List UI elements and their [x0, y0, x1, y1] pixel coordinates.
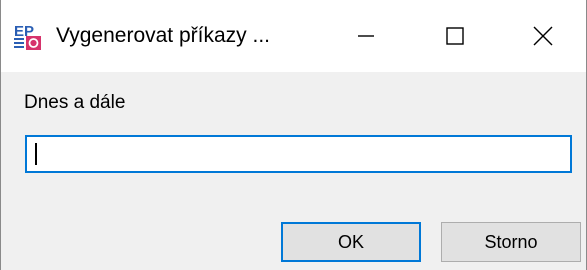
text-caret	[35, 143, 37, 165]
date-range-input[interactable]	[25, 135, 572, 173]
minimize-button[interactable]	[321, 0, 411, 72]
close-button[interactable]	[498, 0, 587, 72]
ok-button[interactable]: OK	[281, 222, 421, 262]
app-icon: EP	[13, 21, 43, 51]
cancel-button[interactable]: Storno	[441, 222, 581, 262]
title-bar[interactable]: EP Vygenerovat příkazy ...	[1, 0, 586, 72]
maximize-button[interactable]	[410, 0, 500, 72]
dialog-window: EP Vygenerovat příkazy ... Dnes a dále O…	[0, 0, 587, 270]
close-icon	[533, 26, 553, 46]
date-range-label: Dnes a dále	[24, 92, 126, 113]
window-title: Vygenerovat příkazy ...	[56, 24, 270, 47]
maximize-icon	[446, 27, 464, 45]
minimize-icon	[358, 35, 374, 37]
